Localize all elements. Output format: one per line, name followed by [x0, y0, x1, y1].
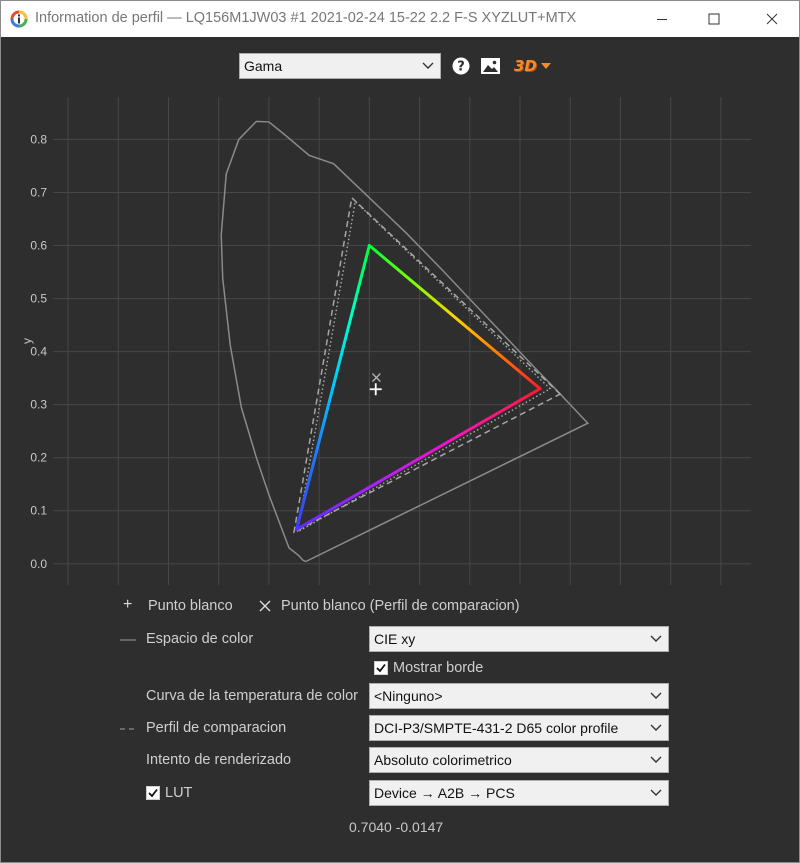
minimize-button[interactable] [639, 1, 685, 37]
close-icon [766, 13, 778, 25]
minimize-icon [657, 19, 667, 20]
lut-value: Device → A2B → PCS [374, 785, 515, 801]
temp-curve-label: Curva de la temperatura de color [146, 688, 358, 704]
cursor-coordinates: 0.7040 -0.0147 [349, 819, 444, 835]
compare-white-point-x-icon [259, 600, 271, 612]
y-axis-label: y [20, 338, 34, 344]
y-tick-label: 0.8 [30, 132, 47, 146]
y-tick-label: 0.3 [30, 398, 47, 412]
chevron-down-icon [650, 756, 662, 763]
y-tick-label: 0.5 [30, 292, 47, 306]
image-icon[interactable] [481, 58, 500, 74]
show-border-label: Mostrar borde [393, 660, 484, 676]
view-select[interactable]: Gama [239, 53, 441, 79]
chevron-down-icon [650, 789, 662, 796]
temp-curve-select[interactable]: <Ninguno> [369, 683, 669, 709]
checkmark-icon [376, 663, 386, 673]
window-title: Information de perfil — LQ156M1JW03 #1 2… [35, 10, 577, 26]
view-select-value: Gama [244, 58, 283, 74]
chevron-down-icon [650, 724, 662, 731]
legend-white-point: Punto blanco [148, 598, 233, 614]
show-border-checkbox[interactable] [374, 661, 388, 675]
color-space-value: CIE xy [374, 631, 416, 647]
window-content: Gama ? 3D -0.3-0.2-0.10.00.10.20.30.40.5… [1, 37, 799, 862]
y-tick-label: 0.7 [30, 185, 47, 199]
y-tick-label: 0.0 [30, 557, 47, 571]
intent-label: Intento de renderizado [146, 752, 292, 768]
compare-profile-value: DCI-P3/SMPTE-431-2 D65 color profile [374, 720, 619, 736]
dashed-line-icon [120, 728, 138, 730]
checkmark-icon [148, 788, 158, 798]
maximize-button[interactable] [691, 1, 737, 37]
info-app-icon [10, 10, 28, 28]
svg-text:?: ? [457, 60, 465, 75]
compare-profile-select[interactable]: DCI-P3/SMPTE-431-2 D65 color profile [369, 715, 669, 741]
help-icon[interactable]: ? [452, 57, 470, 75]
plot-area [53, 97, 751, 585]
white-point-plus-icon: + [123, 596, 133, 613]
chevron-down-icon [650, 692, 662, 699]
temp-curve-value: <Ninguno> [374, 688, 443, 704]
lut-select[interactable]: Device → A2B → PCS [369, 780, 669, 806]
title-bar: Information de perfil — LQ156M1JW03 #1 2… [1, 1, 799, 37]
y-tick-label: 0.6 [30, 239, 47, 253]
3d-label: 3D [514, 57, 537, 75]
close-button[interactable] [749, 1, 795, 37]
color-space-label: Espacio de color [146, 631, 254, 647]
chevron-down-icon [422, 62, 434, 69]
maximize-icon [708, 13, 720, 25]
lut-label: LUT [165, 785, 193, 801]
lut-checkbox[interactable] [146, 786, 160, 800]
y-tick-label: 0.2 [30, 451, 47, 465]
solid-line-icon [120, 639, 136, 641]
chevron-down-icon [650, 635, 662, 642]
legend-white-point-compare: Punto blanco (Perfil de comparacion) [281, 598, 520, 614]
dropdown-arrow-icon [540, 63, 551, 69]
intent-value: Absoluto colorimetrico [374, 752, 512, 768]
cie-xy-chart[interactable]: -0.3-0.2-0.10.00.10.20.30.40.50.60.70.80… [1, 87, 799, 587]
intent-select[interactable]: Absoluto colorimetrico [369, 747, 669, 773]
compare-profile-label: Perfil de comparacion [146, 720, 287, 736]
y-tick-label: 0.1 [30, 504, 47, 518]
y-tick-label: 0.4 [30, 345, 47, 359]
color-space-select[interactable]: CIE xy [369, 626, 669, 652]
3d-view-button[interactable]: 3D [514, 56, 552, 76]
profile-info-window: Information de perfil — LQ156M1JW03 #1 2… [0, 0, 800, 863]
